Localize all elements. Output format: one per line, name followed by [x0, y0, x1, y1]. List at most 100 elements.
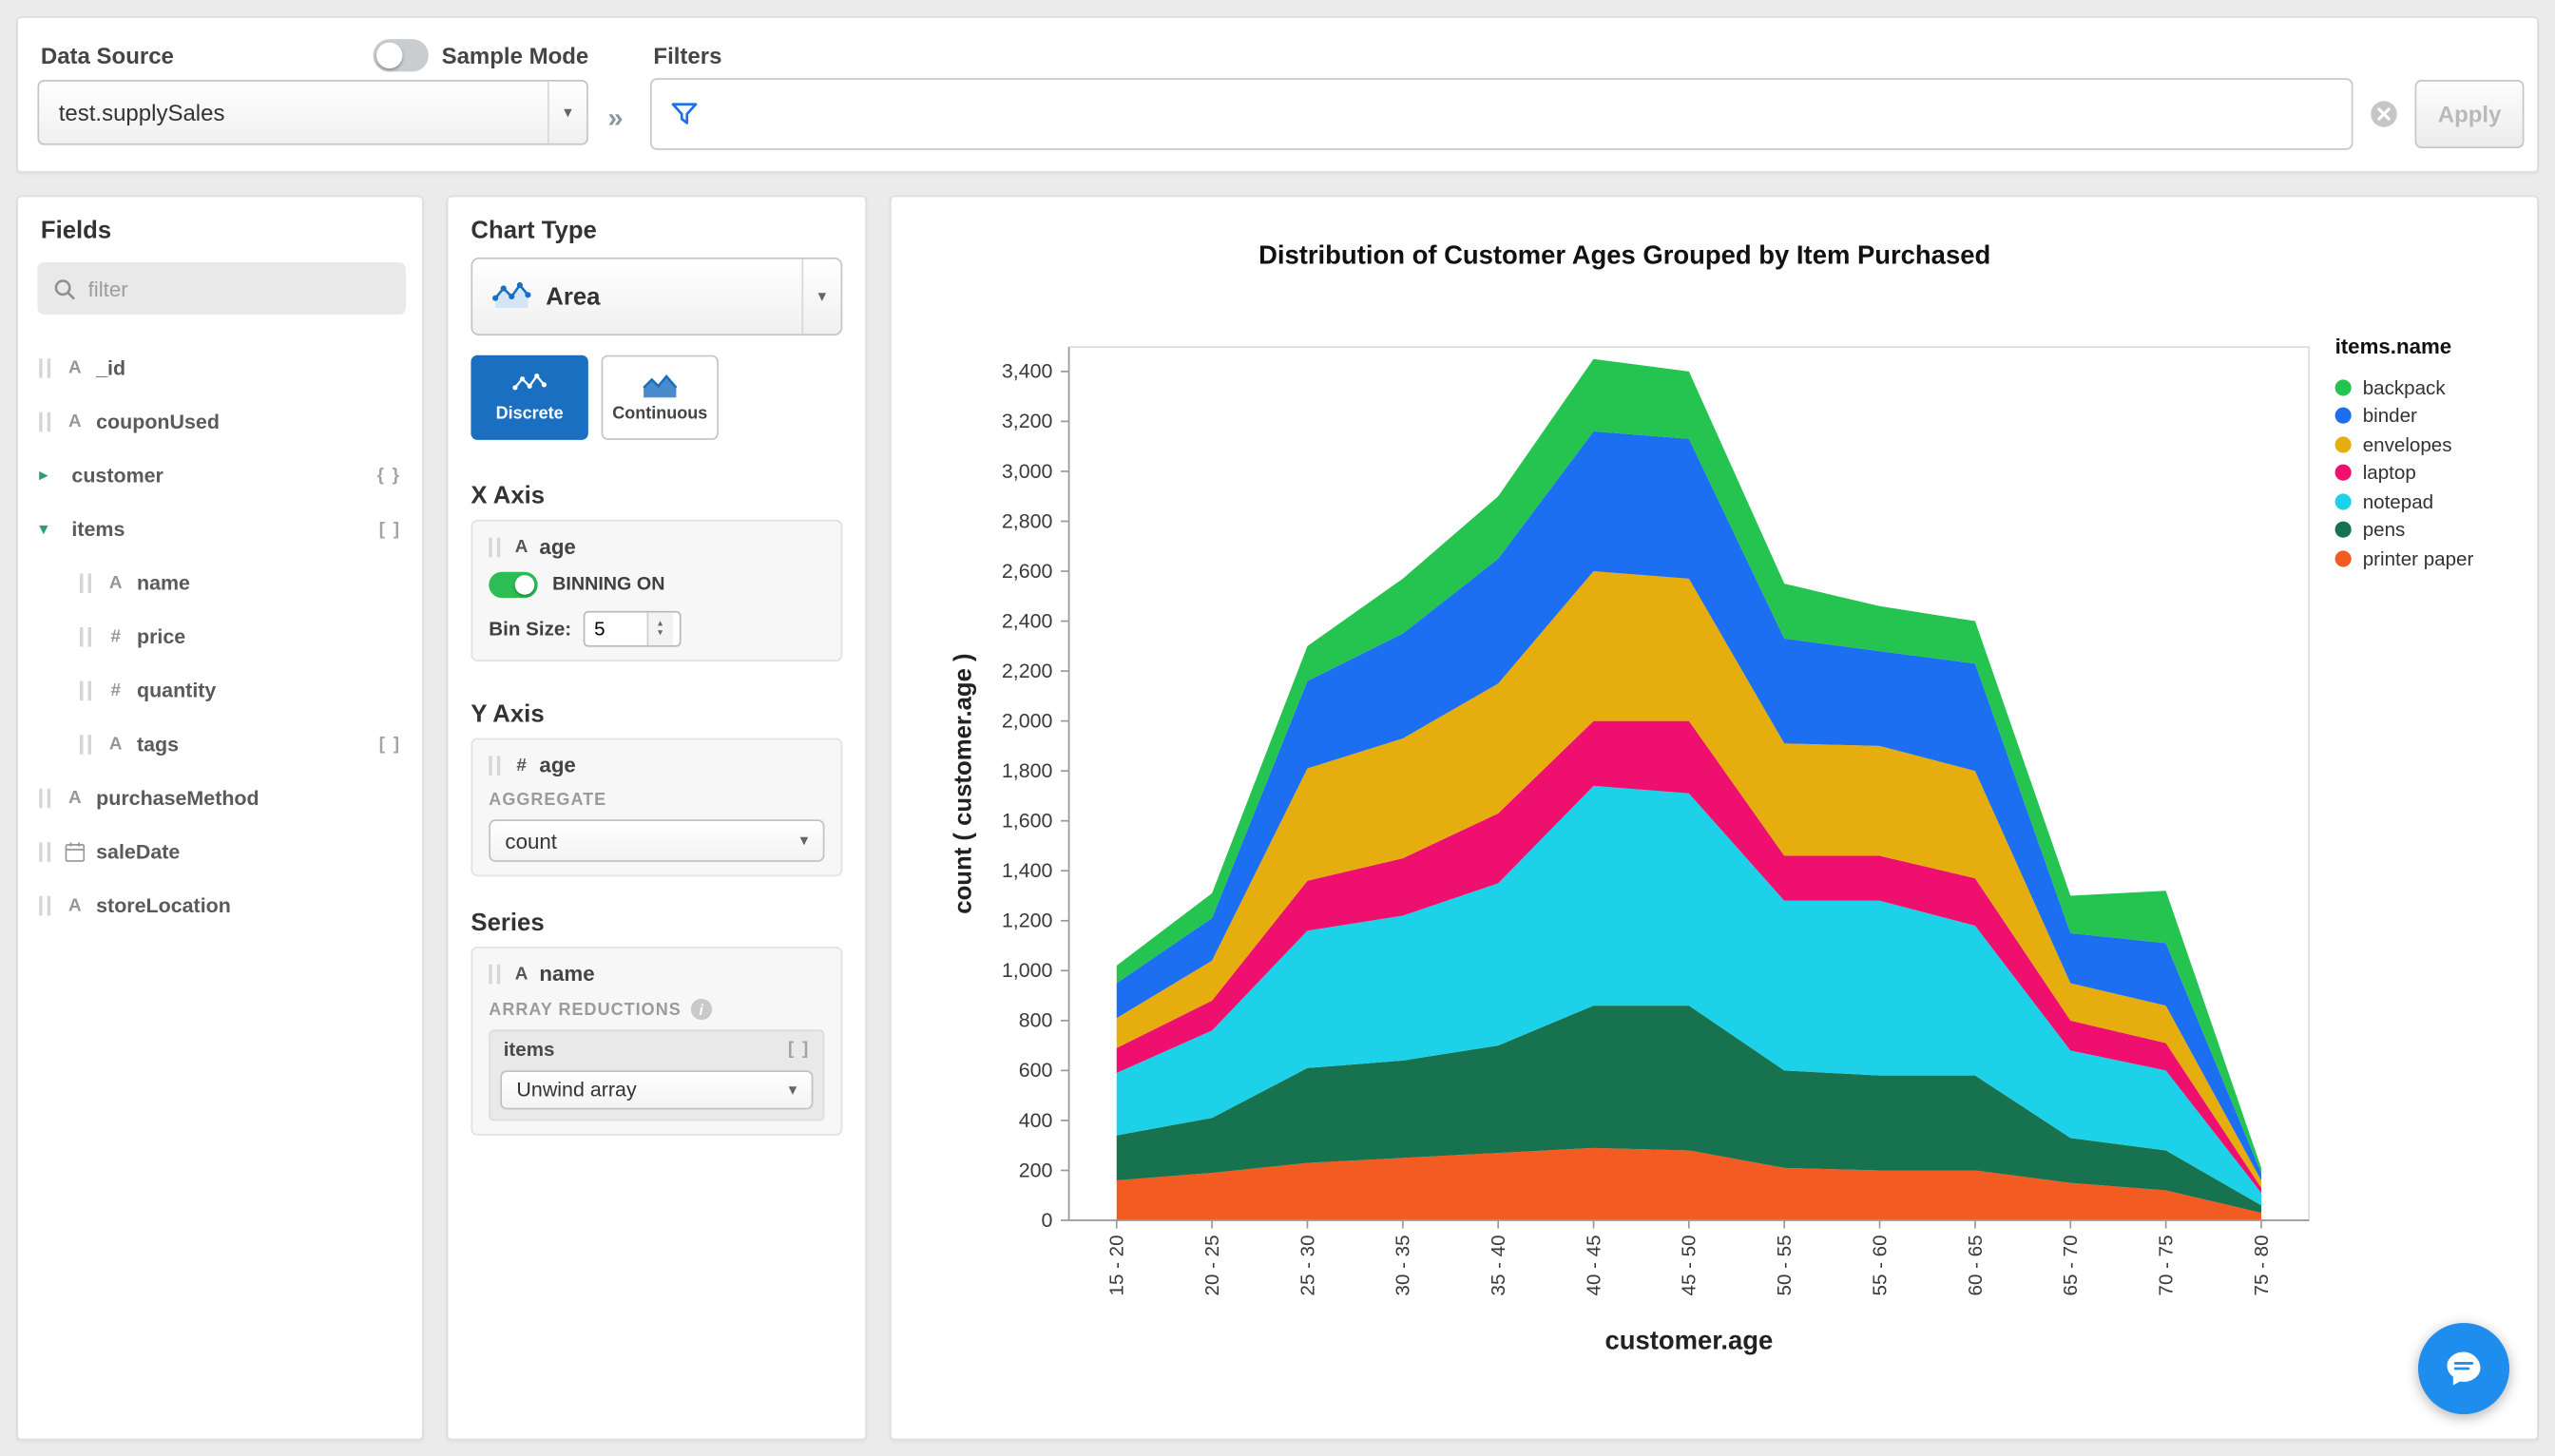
- legend-item-printer-paper: printer paper: [2334, 545, 2534, 573]
- caret-box: ▾: [801, 259, 840, 335]
- filters-row: Apply: [650, 77, 2525, 152]
- field-name: items: [71, 517, 125, 541]
- field-item-purchaseMethod[interactable]: ApurchaseMethod: [18, 771, 422, 825]
- unwind-array-select[interactable]: Unwind array ▾: [500, 1070, 814, 1110]
- fields-filter-input[interactable]: [87, 276, 390, 301]
- fields-search-box: [37, 262, 406, 315]
- series-field[interactable]: A name: [489, 961, 824, 986]
- legend-label: backpack: [2362, 375, 2446, 399]
- filters-input[interactable]: [713, 101, 2333, 127]
- svg-text:600: 600: [1019, 1059, 1053, 1082]
- sample-mode-toggle[interactable]: [373, 39, 429, 72]
- sample-mode-label: Sample Mode: [441, 42, 589, 68]
- svg-text:0: 0: [1042, 1209, 1053, 1232]
- field-item-items[interactable]: ▾ items [ ]: [18, 502, 422, 556]
- bin-size-stepper: ▴▾: [583, 610, 682, 647]
- svg-text:1,000: 1,000: [1002, 959, 1053, 982]
- binning-label: BINNING ON: [552, 575, 665, 595]
- filter-funnel-icon: [671, 103, 698, 125]
- legend-label: envelopes: [2362, 432, 2452, 456]
- field-item-_id[interactable]: A _id: [18, 340, 422, 394]
- string-type-icon: A: [514, 964, 528, 984]
- svg-text:1,400: 1,400: [1002, 859, 1053, 882]
- string-type-icon: A: [68, 787, 82, 808]
- field-item-price[interactable]: # price: [18, 609, 422, 663]
- array-reduction-box: items [ ] Unwind array ▾: [489, 1029, 825, 1121]
- svg-text:15 - 20: 15 - 20: [1106, 1235, 1128, 1295]
- legend-swatch: [2334, 465, 2352, 482]
- clear-filters-icon[interactable]: [2370, 100, 2399, 129]
- svg-text:2,200: 2,200: [1002, 660, 1053, 682]
- legend-item-envelopes: envelopes: [2334, 431, 2534, 459]
- drag-handle-icon: [39, 895, 51, 915]
- legend-swatch: [2334, 436, 2352, 453]
- aggregate-label: AGGREGATE: [489, 790, 607, 810]
- field-name: couponUsed: [96, 410, 220, 433]
- intercom-launcher[interactable]: [2418, 1323, 2509, 1414]
- array-badge: [ ]: [788, 1039, 810, 1060]
- info-icon[interactable]: i: [691, 998, 713, 1021]
- app-window: Data Source Sample Mode test.supplySales…: [0, 0, 2555, 1456]
- field-type-badge: { }: [376, 465, 401, 485]
- svg-text:45 - 50: 45 - 50: [1679, 1235, 1700, 1295]
- y-axis-field[interactable]: # age: [489, 753, 824, 777]
- svg-text:50 - 55: 50 - 55: [1774, 1235, 1796, 1295]
- string-type-icon: A: [68, 411, 82, 431]
- caret-box: ▾: [547, 81, 586, 144]
- field-item-saleDate[interactable]: saleDate: [18, 824, 422, 878]
- svg-text:75 - 80: 75 - 80: [2251, 1235, 2273, 1295]
- field-type-badge: [ ]: [378, 734, 401, 754]
- svg-text:2,000: 2,000: [1002, 709, 1053, 732]
- drag-handle-icon: [80, 734, 91, 754]
- discrete-button[interactable]: Discrete: [471, 354, 588, 440]
- chevron-down-icon: ▾: [564, 103, 572, 122]
- drag-handle-icon: [39, 357, 51, 377]
- legend-label: binder: [2362, 404, 2417, 428]
- legend-swatch: [2334, 408, 2352, 425]
- legend-item-backpack: backpack: [2334, 374, 2534, 402]
- svg-text:35 - 40: 35 - 40: [1488, 1235, 1509, 1295]
- field-name: purchaseMethod: [96, 786, 259, 810]
- svg-text:55 - 60: 55 - 60: [1869, 1235, 1891, 1295]
- series-field-name: name: [539, 961, 595, 987]
- legend-title: items.name: [2334, 334, 2452, 359]
- array-field-name: items: [503, 1038, 555, 1061]
- aggregate-select[interactable]: count ▾: [489, 819, 825, 862]
- legend-item-binder: binder: [2334, 402, 2534, 431]
- fields-panel: Fields A _id AcouponUsed ▸ customer { } ▾ items…: [16, 195, 424, 1441]
- field-item-customer[interactable]: ▸ customer { }: [18, 448, 422, 502]
- field-item-name[interactable]: Aname: [18, 556, 422, 610]
- legend-label: printer paper: [2362, 546, 2474, 570]
- x-axis-field[interactable]: A age: [489, 534, 824, 559]
- x-axis-label: customer.age: [1604, 1328, 1774, 1356]
- svg-text:40 - 45: 40 - 45: [1583, 1235, 1604, 1295]
- field-name: customer: [71, 463, 163, 487]
- collapse-chevron-icon[interactable]: »: [607, 103, 623, 135]
- string-type-icon: A: [108, 572, 123, 593]
- legend-item-notepad: notepad: [2334, 488, 2534, 516]
- svg-text:1,600: 1,600: [1002, 810, 1053, 833]
- binning-toggle[interactable]: [489, 571, 538, 599]
- continuous-button[interactable]: Continuous: [601, 354, 719, 440]
- filter-bar[interactable]: [650, 78, 2353, 150]
- series-field-box: A name ARRAY REDUCTIONS i items [ ] Unwi…: [471, 947, 843, 1136]
- chart-type-select[interactable]: Area ▾: [471, 257, 843, 336]
- data-source-label: Data Source: [40, 42, 174, 68]
- apply-button[interactable]: Apply: [2414, 80, 2525, 148]
- string-type-icon: A: [68, 895, 82, 915]
- field-name: name: [137, 570, 190, 594]
- y-axis-label: count ( customer.age ): [950, 653, 978, 914]
- field-item-tags[interactable]: Atags [ ]: [18, 717, 422, 771]
- svg-text:1,800: 1,800: [1002, 759, 1053, 782]
- bin-size-input[interactable]: [584, 612, 647, 645]
- field-item-storeLocation[interactable]: AstoreLocation: [18, 878, 422, 932]
- svg-text:2,400: 2,400: [1002, 609, 1053, 632]
- y-axis-field-name: age: [539, 753, 576, 777]
- chevron-down-icon[interactable]: ▾: [39, 518, 60, 539]
- y-axis-field-box: # age AGGREGATE count ▾: [471, 738, 843, 877]
- chevron-right-icon[interactable]: ▸: [39, 465, 60, 486]
- field-item-quantity[interactable]: # quantity: [18, 663, 422, 718]
- stepper-arrows-icon[interactable]: ▴ ▾: [646, 612, 673, 645]
- data-source-select[interactable]: test.supplySales ▾: [37, 80, 588, 145]
- field-item-couponUsed[interactable]: AcouponUsed: [18, 394, 422, 449]
